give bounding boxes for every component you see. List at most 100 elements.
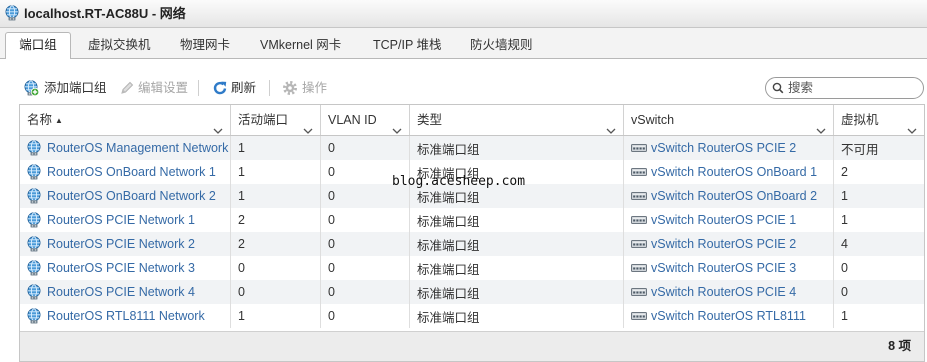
table-row[interactable]: RouterOS Management Network 1 0 标准端口组 vSwitc… (20, 136, 924, 160)
vswitch-icon (631, 164, 647, 180)
edit-settings-button[interactable]: 编辑设置 (138, 80, 188, 96)
cell-value: 1 (238, 141, 245, 155)
chevron-down-icon[interactable] (907, 116, 917, 134)
vswitch-link[interactable]: vSwitch RouterOS PCIE 2 (651, 141, 796, 155)
cell-name[interactable]: RouterOS PCIE Network 1 (20, 208, 231, 232)
tab-physical-nics[interactable]: 物理网卡 (164, 33, 246, 58)
cell-vms: 1 (834, 304, 924, 328)
cell-name[interactable]: RouterOS PCIE Network 2 (20, 232, 231, 256)
column-header-vswitch[interactable]: vSwitch (624, 105, 834, 135)
tab-virtual-switches[interactable]: 虚拟交换机 (72, 33, 167, 58)
table-body: RouterOS Management Network 1 0 标准端口组 vSwitc… (20, 136, 924, 328)
tab-port-groups[interactable]: 端口组 (5, 32, 71, 59)
cell-name[interactable]: RouterOS Management Network (20, 136, 231, 160)
table-row[interactable]: RouterOS PCIE Network 1 2 0 标准端口组 vSwitch Ro… (20, 208, 924, 232)
cell-value: 标准端口组 (417, 142, 480, 157)
port-group-icon (26, 260, 42, 276)
cell-value: 标准端口组 (417, 238, 480, 253)
table-row[interactable]: RouterOS OnBoard Network 1 1 0 标准端口组 vSwitch… (20, 160, 924, 184)
table-row[interactable]: RouterOS OnBoard Network 2 1 0 标准端口组 vSwitch… (20, 184, 924, 208)
vswitch-link[interactable]: vSwitch RouterOS PCIE 4 (651, 285, 796, 299)
vswitch-link[interactable]: vSwitch RouterOS PCIE 2 (651, 237, 796, 251)
cell-name[interactable]: RouterOS RTL8111 Network (20, 304, 231, 328)
window-title: localhost.RT-AC88U - 网络 (24, 6, 186, 21)
cell-value: 2 (238, 237, 245, 251)
cell-vswitch[interactable]: vSwitch RouterOS PCIE 3 (624, 256, 834, 280)
cell-active-ports: 1 (231, 136, 321, 160)
sort-ascending-indicator: ▲ (55, 116, 63, 125)
tab-tcpip-stacks[interactable]: TCP/IP 堆栈 (357, 33, 458, 58)
port-group-link[interactable]: RouterOS PCIE Network 4 (47, 285, 195, 299)
vswitch-link[interactable]: vSwitch RouterOS PCIE 1 (651, 213, 796, 227)
vswitch-link[interactable]: vSwitch RouterOS RTL8111 (651, 309, 806, 323)
cell-type: 标准端口组 (410, 184, 624, 208)
cell-value: 0 (328, 285, 335, 299)
column-header-vlan-id[interactable]: VLAN ID (321, 105, 410, 135)
column-label: vSwitch (631, 113, 675, 127)
cell-vswitch[interactable]: vSwitch RouterOS RTL8111 (624, 304, 834, 328)
add-port-group-button[interactable]: 添加端口组 (44, 80, 107, 96)
search-input[interactable] (788, 79, 916, 97)
cell-value: 0 (328, 261, 335, 275)
column-header-vms[interactable]: 虚拟机 (834, 105, 924, 135)
refresh-button[interactable]: 刷新 (231, 80, 256, 96)
cell-value: 不可用 (841, 142, 879, 157)
cell-name[interactable]: RouterOS PCIE Network 4 (20, 280, 231, 304)
add-port-group-icon[interactable] (23, 80, 40, 97)
port-group-link[interactable]: RouterOS OnBoard Network 2 (47, 189, 216, 203)
cell-value: 标准端口组 (417, 214, 480, 229)
tab-firewall-rules[interactable]: 防火墙规则 (454, 33, 549, 58)
port-group-link[interactable]: RouterOS Management Network (47, 141, 228, 155)
table-row[interactable]: RouterOS PCIE Network 3 0 0 标准端口组 vSwitch Ro… (20, 256, 924, 280)
table-row[interactable]: RouterOS RTL8111 Network 1 0 标准端口组 vSwitch R… (20, 304, 924, 328)
cell-name[interactable]: RouterOS PCIE Network 3 (20, 256, 231, 280)
vswitch-link[interactable]: vSwitch RouterOS OnBoard 1 (651, 165, 817, 179)
chevron-down-icon[interactable] (213, 116, 223, 134)
cell-name[interactable]: RouterOS OnBoard Network 1 (20, 160, 231, 184)
cell-value: 0 (328, 213, 335, 227)
title-bar: localhost.RT-AC88U - 网络 (0, 0, 927, 28)
cell-vswitch[interactable]: vSwitch RouterOS PCIE 2 (624, 232, 834, 256)
chevron-down-icon[interactable] (816, 116, 826, 134)
cell-value: 0 (328, 165, 335, 179)
chevron-down-icon[interactable] (303, 116, 313, 134)
column-header-name[interactable]: 名称 ▲ (20, 105, 231, 135)
port-group-link[interactable]: RouterOS PCIE Network 1 (47, 213, 195, 227)
cell-vswitch[interactable]: vSwitch RouterOS PCIE 1 (624, 208, 834, 232)
actions-button[interactable]: 操作 (302, 80, 327, 96)
cell-value: 4 (841, 237, 848, 251)
tab-vmkernel-nics[interactable]: VMkernel 网卡 (244, 33, 357, 58)
pencil-icon (119, 80, 135, 96)
chevron-down-icon[interactable] (392, 116, 402, 134)
port-group-link[interactable]: RouterOS PCIE Network 2 (47, 237, 195, 251)
table-footer: 8 项 (20, 331, 924, 361)
column-header-active-ports[interactable]: 活动端口 (231, 105, 321, 135)
cell-active-ports: 1 (231, 184, 321, 208)
cell-vswitch[interactable]: vSwitch RouterOS OnBoard 1 (624, 160, 834, 184)
column-header-type[interactable]: 类型 (410, 105, 624, 135)
cell-vswitch[interactable]: vSwitch RouterOS OnBoard 2 (624, 184, 834, 208)
cell-value: 2 (238, 213, 245, 227)
port-group-link[interactable]: RouterOS RTL8111 Network (47, 309, 205, 323)
table-header: 名称 ▲ 活动端口 VLAN ID 类型 vSwitch 虚拟机 (20, 105, 924, 136)
cell-vlan-id: 0 (321, 160, 410, 184)
cell-vms: 不可用 (834, 136, 924, 160)
vswitch-link[interactable]: vSwitch RouterOS PCIE 3 (651, 261, 796, 275)
port-group-icon (26, 188, 42, 204)
refresh-icon[interactable] (212, 80, 228, 96)
cell-vswitch[interactable]: vSwitch RouterOS PCIE 4 (624, 280, 834, 304)
cell-name[interactable]: RouterOS OnBoard Network 2 (20, 184, 231, 208)
chevron-down-icon[interactable] (606, 116, 616, 134)
vswitch-link[interactable]: vSwitch RouterOS OnBoard 2 (651, 189, 817, 203)
port-group-link[interactable]: RouterOS OnBoard Network 1 (47, 165, 216, 179)
table-row[interactable]: RouterOS PCIE Network 4 0 0 标准端口组 vSwitch Ro… (20, 280, 924, 304)
port-group-link[interactable]: RouterOS PCIE Network 3 (47, 261, 195, 275)
table-row[interactable]: RouterOS PCIE Network 2 2 0 标准端口组 vSwitch Ro… (20, 232, 924, 256)
cell-active-ports: 1 (231, 304, 321, 328)
cell-vswitch[interactable]: vSwitch RouterOS PCIE 2 (624, 136, 834, 160)
search-box[interactable] (765, 77, 924, 99)
cell-value: 0 (238, 285, 245, 299)
item-count: 8 项 (888, 339, 911, 353)
cell-value: 1 (841, 213, 848, 227)
column-label: 虚拟机 (841, 113, 879, 127)
